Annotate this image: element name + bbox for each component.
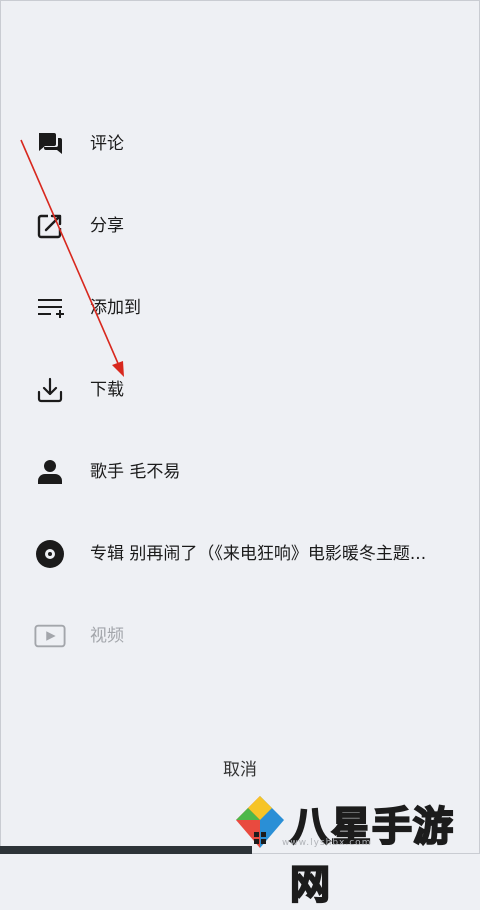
menu-item-download[interactable]: 下载 bbox=[0, 360, 480, 420]
share-icon bbox=[34, 212, 66, 240]
person-icon bbox=[34, 458, 66, 486]
menu-item-label: 视频 bbox=[90, 626, 124, 646]
menu-item-label: 下载 bbox=[90, 380, 124, 400]
watermark-url: www.lyshbx.com bbox=[282, 838, 372, 848]
brand-logo-icon bbox=[236, 796, 284, 848]
menu-item-comment[interactable]: 评论 bbox=[0, 114, 480, 174]
video-play-icon bbox=[34, 622, 66, 650]
download-icon bbox=[34, 376, 66, 404]
menu-item-label: 歌手 毛不易 bbox=[90, 462, 181, 482]
bottom-strip bbox=[0, 846, 252, 854]
menu-item-label: 专辑 别再闹了（《来电狂响》电影暖冬主题... bbox=[90, 544, 427, 564]
album-disc-icon bbox=[34, 540, 66, 568]
menu-item-video[interactable]: 视频 bbox=[0, 606, 480, 666]
menu-item-artist[interactable]: 歌手 毛不易 bbox=[0, 442, 480, 502]
menu-item-label: 分享 bbox=[90, 216, 124, 236]
menu-item-add-to[interactable]: 添加到 bbox=[0, 278, 480, 338]
menu-item-album[interactable]: 专辑 别再闹了（《来电狂响》电影暖冬主题... bbox=[0, 524, 480, 584]
menu-item-share[interactable]: 分享 bbox=[0, 196, 480, 256]
menu-item-label: 评论 bbox=[90, 134, 124, 154]
menu-item-label: 添加到 bbox=[90, 298, 141, 318]
watermark-brand-text: 八星手游网 bbox=[289, 803, 454, 909]
comment-icon bbox=[34, 130, 66, 158]
add-to-playlist-icon bbox=[34, 294, 66, 322]
